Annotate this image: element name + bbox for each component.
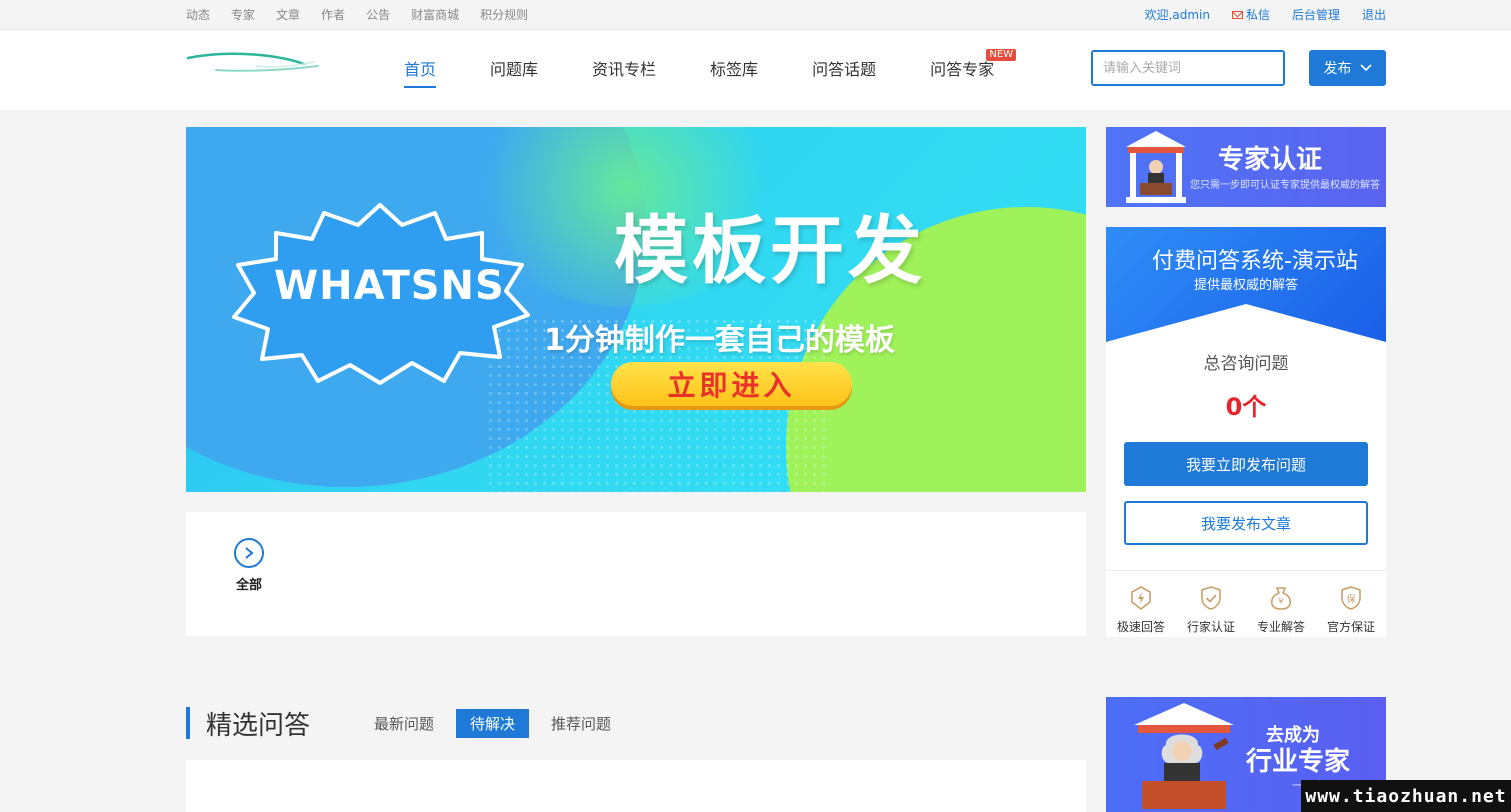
top-links: 动态 专家 文章 作者 公告 财富商城 积分规则 [186,0,549,29]
logout-link[interactable]: 退出 [1362,6,1386,23]
nav-experts[interactable]: 问答专家 NEW [930,30,1017,110]
info-card-title: 付费问答系统-演示站 [1152,249,1358,274]
mail-icon [1231,10,1243,19]
judge-icon [1134,703,1234,809]
total-questions-label: 总咨询问题 [1203,354,1289,374]
top-link-announcements[interactable]: 公告 [366,6,390,23]
money-bag-icon: ¥ [1270,587,1292,610]
feature-official-guarantee: 保 官方保证 [1316,571,1386,637]
tab-unresolved[interactable]: 待解决 [456,708,530,738]
feature-label: 极速回答 [1116,620,1165,634]
total-questions-value: 0个 [1225,393,1267,421]
header-wave-shape [1106,304,1386,342]
admin-link[interactable]: 后台管理 [1292,6,1340,23]
become-expert-line2: 行业专家 [1246,747,1351,777]
top-link-authors[interactable]: 作者 [321,6,345,23]
welcome-user-link[interactable]: 欢迎,admin [1145,6,1210,23]
search-box [1091,50,1285,86]
nav-home[interactable]: 首页 [404,30,437,110]
feature-fast-answer: 极速回答 [1106,571,1176,637]
publish-label: 发布 [1323,61,1352,77]
main-nav: 首页 问题库 资讯专栏 标签库 问答话题 问答专家 NEW [404,30,1017,110]
info-card-header: 付费问答系统-演示站 提供最权威的解答 [1106,227,1386,342]
tab-recommended[interactable]: 推荐问题 [537,709,625,738]
nav-experts-label: 问答专家 [930,60,995,79]
nav-topics[interactable]: 问答话题 [812,30,876,110]
courthouse-icon [1126,131,1186,203]
nav-news-columns[interactable]: 资讯专栏 [592,30,656,110]
feature-label: 行家认证 [1186,620,1235,634]
search-input[interactable] [1093,52,1283,84]
chevron-down-icon [1359,64,1372,72]
shield-check-icon [1201,586,1221,610]
info-card-subtitle: 提供最权威的解答 [1193,278,1298,293]
section-accent-bar [186,707,190,739]
messages-label: 私信 [1245,8,1270,22]
banner-subtitle: 1分钟制作一套自己的模板 [544,323,895,358]
expert-cert-banner[interactable]: 专家认证 您只需一步即可认证专家提供最权威的解答 [1106,127,1386,207]
site-watermark: www.tiaozhuan.net [1301,780,1511,812]
search-icon [1283,58,1285,78]
expert-cert-title: 专家认证 [1218,145,1323,175]
category-panel: 全部 [186,512,1086,636]
messages-link[interactable]: 私信 [1231,6,1270,23]
new-badge: NEW [986,49,1017,61]
top-link-mall[interactable]: 财富商城 [411,6,459,23]
main-header: 首页 问题库 资讯专栏 标签库 问答话题 问答专家 NEW 发布 [0,30,1511,110]
chevron-right-circle-icon [234,538,264,568]
banner-brand: WHATSNS [274,263,505,309]
svg-text:¥: ¥ [1278,597,1283,606]
top-link-experts[interactable]: 专家 [231,6,255,23]
top-bar: 动态 专家 文章 作者 公告 财富商城 积分规则 欢迎,admin 私信 后台管… [0,0,1511,30]
nav-question-library[interactable]: 问题库 [490,30,538,110]
banner-title: 模板开发 [614,208,926,294]
promo-banner[interactable]: WHATSNS 模板开发 1分钟制作一套自己的模板 立即进入 [186,127,1086,492]
question-list [186,760,1086,812]
feature-expert-verified: 行家认证 [1176,571,1246,637]
top-link-feed[interactable]: 动态 [186,6,210,23]
feature-pro-answer: ¥ 专业解答 [1246,571,1316,637]
category-all-label: 全部 [235,578,262,593]
expert-cert-subtitle: 您只需一步即可认证专家提供最权威的解答 [1190,180,1380,191]
ask-question-button[interactable]: 我要立即发布问题 [1124,442,1368,486]
top-link-points-rules[interactable]: 积分规则 [480,6,528,23]
feature-list: 极速回答 行家认证 ¥ 专业解答 保 官方保证 [1106,570,1386,637]
feature-label: 官方保证 [1326,620,1375,634]
featured-qa-header: 精选问答 最新问题 待解决 推荐问题 [186,706,633,741]
lightning-shield-icon [1131,586,1151,611]
guarantee-shield-icon: 保 [1341,586,1361,610]
site-info-card: 付费问答系统-演示站 提供最权威的解答 总咨询问题 0个 我要立即发布问题 我要… [1106,227,1386,637]
publish-dropdown-button[interactable]: 发布 [1309,50,1386,86]
banner-enter-button[interactable]: 立即进入 [611,362,852,406]
top-link-articles[interactable]: 文章 [276,6,300,23]
category-all[interactable]: 全部 [231,538,267,593]
section-title: 精选问答 [206,710,311,741]
search-button[interactable] [1283,52,1285,84]
write-article-button[interactable]: 我要发布文章 [1124,501,1368,545]
tab-latest[interactable]: 最新问题 [360,709,448,738]
svg-text:保: 保 [1346,593,1355,605]
nav-tag-library[interactable]: 标签库 [710,30,758,110]
site-logo[interactable] [186,46,321,80]
user-links: 欢迎,admin 私信 后台管理 退出 [1123,0,1386,29]
feature-label: 专业解答 [1256,620,1305,634]
